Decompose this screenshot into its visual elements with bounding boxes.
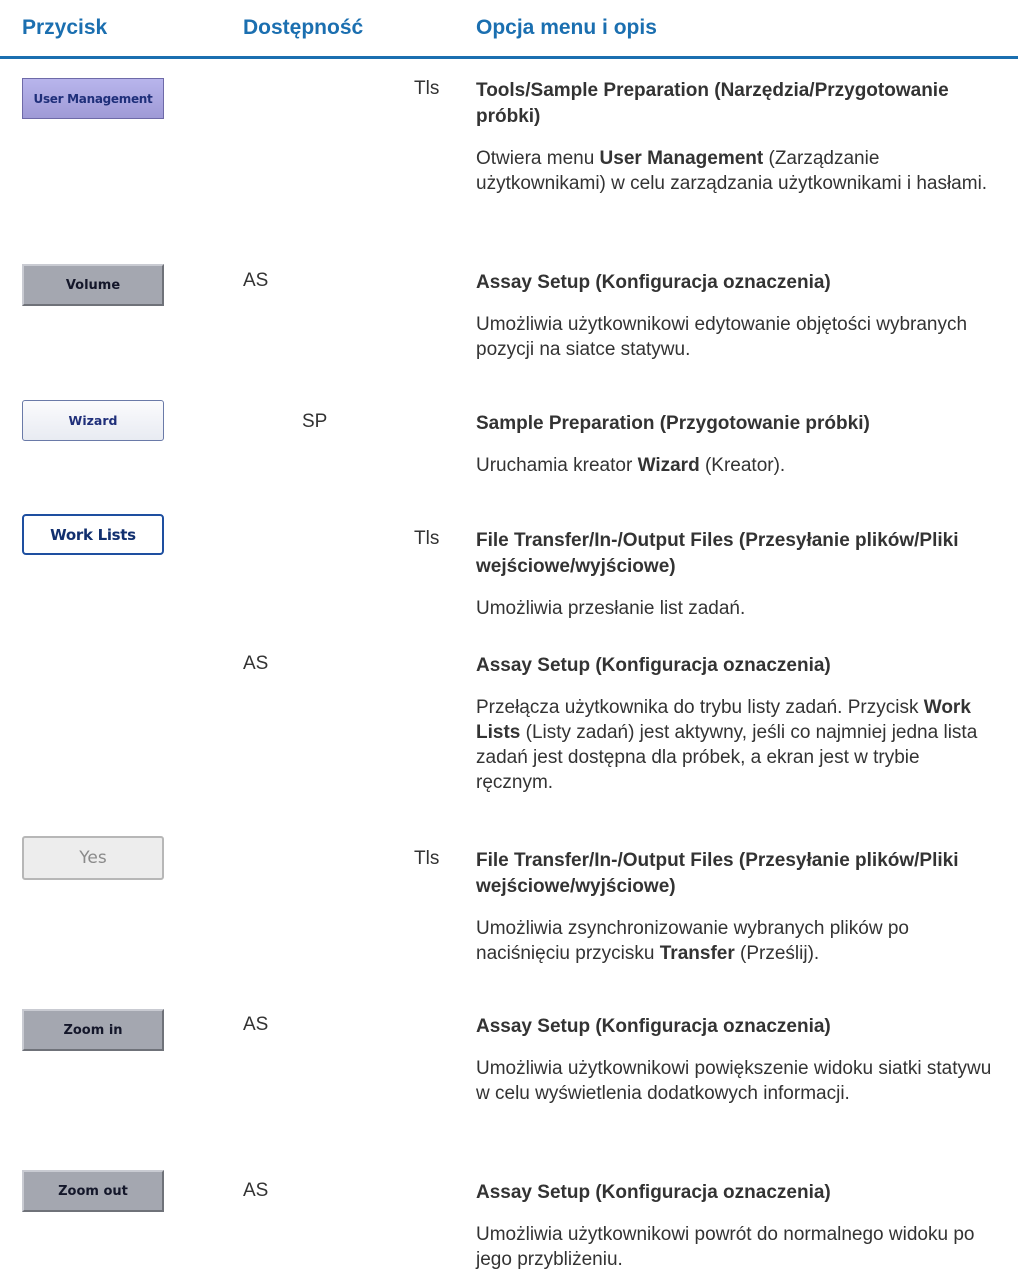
menu-option-description: Umożliwia zsynchronizowanie wybranych pl… bbox=[476, 918, 909, 964]
menu-option-description: Umożliwia użytkownikowi powrót do normal… bbox=[476, 1224, 975, 1270]
table-header: Przycisk Dostępność Opcja menu i opis bbox=[0, 0, 1018, 60]
menu-option-description: Uruchamia kreator Wizard (Kreator). bbox=[476, 455, 786, 476]
menu-option-title: Assay Setup (Konfiguracja oznaczenia) bbox=[476, 1016, 831, 1037]
yes-button[interactable]: Yes bbox=[22, 836, 164, 880]
menu-option-title: Tools/Sample Preparation (Narzędzia/Przy… bbox=[476, 80, 949, 127]
availability: AS bbox=[243, 1180, 269, 1201]
availability: SP bbox=[302, 411, 328, 432]
availability: AS bbox=[243, 653, 269, 674]
menu-option-title: Assay Setup (Konfiguracja oznaczenia) bbox=[476, 655, 831, 676]
work-lists-button[interactable]: Work Lists bbox=[22, 514, 164, 555]
menu-option-title: Assay Setup (Konfiguracja oznaczenia) bbox=[476, 272, 831, 293]
user-management-button[interactable]: User Management bbox=[22, 78, 164, 119]
header-dostepnosc: Dostępność bbox=[243, 16, 364, 39]
menu-option-description: Otwiera menu User Management (Zarządzani… bbox=[476, 148, 988, 194]
availability: Tls bbox=[414, 528, 440, 549]
menu-option-description: Umożliwia użytkownikowi edytowanie objęt… bbox=[476, 314, 968, 360]
availability: Tls bbox=[414, 848, 440, 869]
wizard-button[interactable]: Wizard bbox=[22, 400, 164, 441]
menu-option-title: File Transfer/In-/Output Files (Przesyła… bbox=[476, 850, 959, 897]
availability: AS bbox=[243, 270, 269, 291]
zoom-out-button[interactable]: Zoom out bbox=[22, 1170, 164, 1212]
menu-option-title: Sample Preparation (Przygotowanie próbki… bbox=[476, 413, 870, 434]
header-divider bbox=[0, 56, 1018, 59]
menu-option-description: Umożliwia przesłanie list zadań. bbox=[476, 598, 746, 619]
volume-button[interactable]: Volume bbox=[22, 264, 164, 306]
zoom-in-button[interactable]: Zoom in bbox=[22, 1009, 164, 1051]
menu-option-description: Przełącza użytkownika do trybu listy zad… bbox=[476, 697, 978, 793]
menu-option-title: File Transfer/In-/Output Files (Przesyła… bbox=[476, 530, 959, 577]
availability: Tls bbox=[414, 78, 440, 99]
header-przycisk: Przycisk bbox=[22, 16, 108, 39]
menu-option-description: Umożliwia użytkownikowi powiększenie wid… bbox=[476, 1058, 992, 1104]
header-opcja: Opcja menu i opis bbox=[476, 16, 657, 39]
availability: AS bbox=[243, 1014, 269, 1035]
menu-option-title: Assay Setup (Konfiguracja oznaczenia) bbox=[476, 1182, 831, 1203]
